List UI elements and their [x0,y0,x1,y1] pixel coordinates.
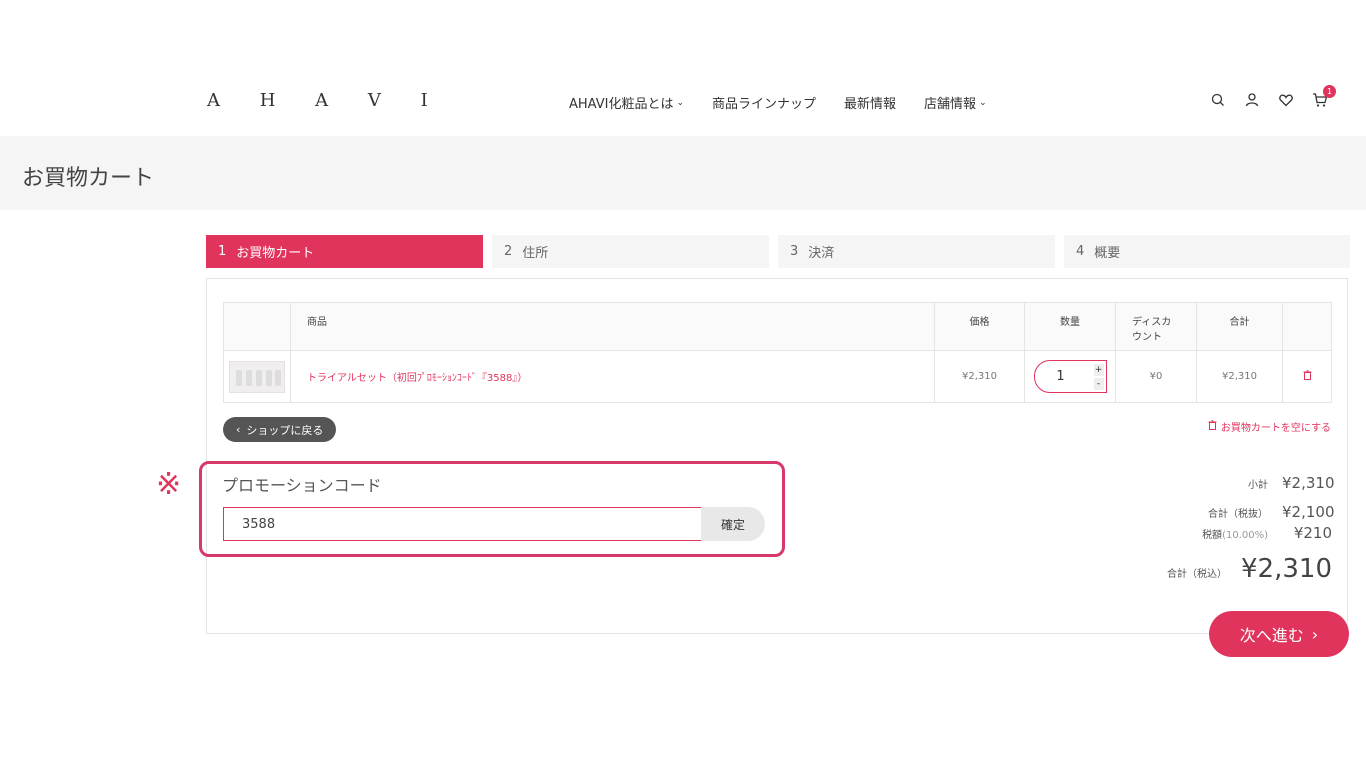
table-row: トライアルセット（初回ﾌﾟﾛﾓｰｼｮﾝｺｰﾄﾞ『3588』） ¥2,310 + … [223,350,1332,403]
next-step-label: 次へ進む [1239,626,1304,645]
discount-cell: ¥0 [1115,350,1197,403]
product-thumbnail[interactable] [229,360,285,393]
remove-cell [1282,350,1332,403]
promo-marker: ※ [156,467,182,502]
pretax-row: 合計（税抜） ¥2,100 [1208,503,1335,521]
main-nav: AHAVI化粧品とは ⌄ 商品ラインナップ 最新情報 店舗情報 ⌄ [569,93,987,112]
step-address[interactable]: 2 住所 [492,235,769,268]
grand-total-label: 合計（税込） [1167,569,1228,580]
nav-item-about[interactable]: AHAVI化粧品とは ⌄ [569,93,684,112]
product-thumbnail-cell [223,350,291,403]
chevron-down-icon: ⌄ [676,97,685,108]
step-number: 4 [1076,244,1085,259]
step-payment[interactable]: 3 決済 [778,235,1055,268]
total-cell: ¥2,310 [1196,350,1283,403]
tax-label: 税額(10.00%) [1202,526,1268,541]
promo-code-label: プロモーションコード [222,476,382,495]
chevron-left-icon: ‹ [236,423,241,436]
step-summary[interactable]: 4 概要 [1064,235,1350,268]
step-cart[interactable]: 1 お買物カート [206,235,483,268]
nav-item-label: AHAVI化粧品とは [569,97,674,112]
grand-total-value: ¥2,310 [1241,554,1332,584]
col-qty: 数量 [1024,302,1116,351]
step-number: 1 [218,244,227,259]
checkout-steps: 1 お買物カート 2 住所 3 決済 4 概要 [206,235,1350,268]
col-product: 商品 [290,302,935,351]
qty-cell: + - [1024,350,1116,403]
price-cell: ¥2,310 [934,350,1025,403]
step-label: 住所 [522,246,549,261]
nav-item-lineup[interactable]: 商品ラインナップ [712,93,816,112]
back-to-shop-label: ショップに戻る [246,423,324,437]
nav-item-label: 最新情報 [844,97,897,112]
chevron-down-icon: ⌄ [979,97,987,108]
col-discount: ディスカ ウント [1115,302,1197,351]
back-to-shop-button[interactable]: ‹ ショップに戻る [223,417,337,442]
empty-cart-link[interactable]: お買物カートを空にする [1208,419,1331,434]
page-title-band: お買物カート [0,136,1366,210]
tax-value: ¥210 [1293,524,1332,542]
col-thumb [223,302,291,351]
qty-increment-button[interactable]: + [1093,364,1104,376]
tax-rate: (10.00%) [1222,530,1268,541]
user-icon[interactable] [1244,92,1260,108]
empty-cart-label: お買物カートを空にする [1220,423,1331,434]
subtotal-value: ¥2,310 [1282,474,1335,492]
step-label: お買物カート [236,246,315,261]
quantity-input[interactable] [1034,369,1087,384]
step-label: 決済 [808,246,835,261]
cart-table: 商品 価格 数量 ディスカ ウント 合計 トライアルセット（初回ﾌﾟﾛﾓｰｼｮﾝ… [223,302,1332,403]
nav-item-stores[interactable]: 店舗情報 ⌄ [924,93,987,112]
chevron-right-icon: › [1311,624,1319,644]
next-step-button[interactable]: 次へ進む › [1209,611,1349,657]
step-label: 概要 [1094,246,1121,261]
tax-label-text: 税額 [1202,530,1223,541]
product-name-cell: トライアルセット（初回ﾌﾟﾛﾓｰｼｮﾝｺｰﾄﾞ『3588』） [290,350,935,403]
nav-item-label: 店舗情報 [924,97,977,112]
search-icon[interactable] [1210,92,1226,108]
page-title: お買物カート [22,166,155,191]
heart-icon[interactable] [1278,92,1294,108]
cart-icon[interactable]: 1 [1312,85,1336,108]
col-remove [1282,302,1332,351]
nav-item-label: 商品ラインナップ [712,97,817,112]
grand-total-row: 合計（税込） ¥2,310 [1167,554,1332,584]
header-icons: 1 [1210,85,1336,108]
trash-icon[interactable] [1303,370,1312,383]
step-number: 2 [504,244,513,259]
pretax-label: 合計（税抜） [1208,509,1268,520]
step-number: 3 [790,244,799,259]
trash-icon [1208,420,1217,433]
cart-count-badge: 1 [1323,85,1336,98]
quantity-stepper: + - [1033,360,1107,393]
col-price: 価格 [934,302,1025,351]
promo-code-input[interactable] [223,507,702,541]
nav-item-news[interactable]: 最新情報 [844,93,896,112]
tax-row: 税額(10.00%) ¥210 [1202,524,1332,542]
subtotal-row: 小計 ¥2,310 [1248,474,1335,492]
table-header-row: 商品 価格 数量 ディスカ ウント 合計 [223,302,1332,351]
promo-apply-button[interactable]: 確定 [701,507,765,541]
col-total: 合計 [1196,302,1283,351]
pretax-value: ¥2,100 [1282,503,1335,521]
qty-decrement-button[interactable]: - [1093,378,1104,390]
subtotal-label: 小計 [1248,480,1268,491]
site-logo[interactable]: A H A V I [207,90,445,111]
product-name-link[interactable]: トライアルセット（初回ﾌﾟﾛﾓｰｼｮﾝｺｰﾄﾞ『3588』） [307,373,527,384]
